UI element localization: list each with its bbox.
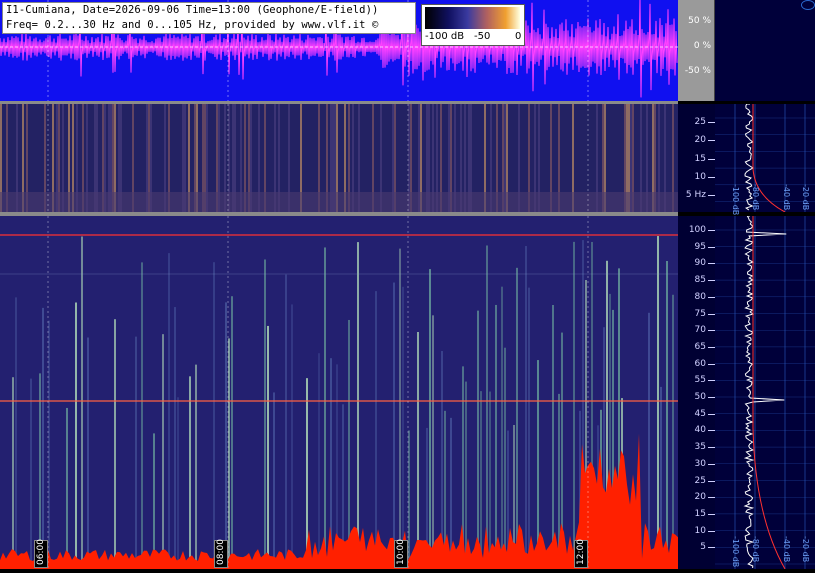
profile-high-plot — [715, 215, 815, 570]
freq-tick: 100 — [688, 225, 706, 235]
freq-tick: 15 — [694, 154, 706, 164]
tick-mark — [708, 463, 715, 465]
tick-mark — [708, 530, 715, 532]
freq-tick: 40 — [694, 425, 706, 436]
freq-axis-low: 25 20 15 10 5 Hz — [678, 104, 715, 212]
freq-tick: 35 — [694, 442, 706, 453]
freq-tick: 5 — [700, 542, 706, 553]
time-label: 10:00 — [394, 539, 408, 568]
profile-top-panel — [714, 0, 815, 101]
tick-mark — [708, 296, 715, 298]
color-scale-min-label: -100 dB — [425, 31, 465, 42]
freq-tick: 55 — [694, 375, 706, 386]
color-scale-legend: -100 dB -50 0 — [421, 4, 525, 46]
freq-tick: 60 — [694, 358, 706, 369]
tick-mark — [708, 280, 715, 282]
freq-tick: 10 — [694, 172, 706, 182]
tick-mark — [708, 263, 715, 265]
profile-db-label: -100 dB — [731, 536, 740, 568]
freq-tick: 25 — [694, 475, 706, 486]
tick-mark — [708, 363, 715, 365]
color-scale-mid-label: -50 — [474, 31, 491, 42]
spectrum-profile-high: -100 dB -80 dB -40 dB -20 dB — [715, 215, 815, 570]
freq-tick: 85 — [694, 275, 706, 286]
spectrum-profile-low: -100 dB -80 dB -40 dB -20 dB — [715, 103, 815, 216]
tick-mark — [708, 246, 715, 248]
header-title: I1-Cumiana, Date=2026-09-06 Time=13:00 (… — [6, 4, 379, 16]
tick-mark — [708, 513, 715, 515]
tick-mark — [708, 547, 715, 549]
tick-mark — [708, 346, 715, 348]
station-header: I1-Cumiana, Date=2026-09-06 Time=13:00 (… — [2, 2, 416, 34]
amp-label-50: 50 % — [688, 16, 711, 26]
freq-tick: 5 Hz — [685, 190, 706, 200]
spectrogram-low-freq — [0, 104, 678, 212]
profile-low-plot — [715, 103, 815, 213]
freq-tick: 70 — [694, 325, 706, 336]
time-label: 08:00 — [214, 539, 228, 568]
tick-mark — [708, 447, 715, 449]
profile-db-label: -40 dB — [782, 184, 791, 211]
profile-db-label: -100 dB — [731, 184, 740, 216]
freq-tick: 80 — [694, 291, 706, 302]
freq-tick: 95 — [694, 241, 706, 252]
tick-mark — [708, 159, 715, 160]
indicator-icon — [801, 0, 815, 10]
amp-label-neg50: -50 % — [684, 66, 711, 76]
time-label: 12:00 — [574, 539, 588, 568]
tick-mark — [708, 330, 715, 332]
time-label: 06:00 — [34, 539, 48, 568]
tick-mark — [708, 397, 715, 398]
profile-db-label: -40 dB — [782, 536, 791, 563]
tick-mark — [708, 313, 715, 315]
color-scale-max-label: 0 — [515, 31, 522, 42]
tick-mark — [708, 480, 715, 482]
freq-tick: 20 — [694, 492, 706, 503]
profile-db-label: -80 dB — [751, 536, 760, 563]
tick-mark — [708, 177, 715, 178]
tick-mark — [708, 497, 715, 499]
tick-mark — [708, 195, 715, 196]
spectrogram-high-freq — [0, 216, 678, 569]
tick-mark — [708, 122, 715, 123]
header-freq: Freq= 0.2...30 Hz and 0...105 Hz, provid… — [6, 19, 379, 31]
tick-mark — [708, 140, 715, 141]
waveform-amplitude-scale: 50 % 0 % -50 % — [678, 0, 714, 101]
profile-db-label: -20 dB — [801, 184, 810, 211]
spectrogram-low-image — [0, 104, 678, 212]
amp-label-0: 0 % — [693, 41, 711, 51]
freq-tick: 30 — [694, 458, 706, 469]
profile-db-label: -80 dB — [751, 184, 760, 211]
freq-tick: 50 — [694, 392, 706, 402]
freq-tick: 75 — [694, 308, 706, 319]
tick-mark — [708, 430, 715, 432]
freq-tick: 65 — [694, 341, 706, 352]
freq-tick: 15 — [694, 508, 706, 519]
freq-axis-high: 100 95 90 85 80 75 70 65 60 55 50 45 40 35 30 25 20 15 10 5 — [678, 216, 715, 569]
tick-mark — [708, 413, 715, 415]
color-scale-gradient — [425, 7, 520, 29]
profile-db-label: -20 dB — [801, 536, 810, 563]
tick-mark — [708, 380, 715, 382]
tick-mark — [708, 230, 715, 231]
spectrogram-high-image — [0, 216, 678, 569]
freq-tick: 45 — [694, 408, 706, 419]
freq-tick: 90 — [694, 258, 706, 269]
freq-tick: 20 — [694, 135, 706, 145]
freq-tick: 25 — [694, 117, 706, 127]
freq-tick: 10 — [694, 525, 706, 536]
